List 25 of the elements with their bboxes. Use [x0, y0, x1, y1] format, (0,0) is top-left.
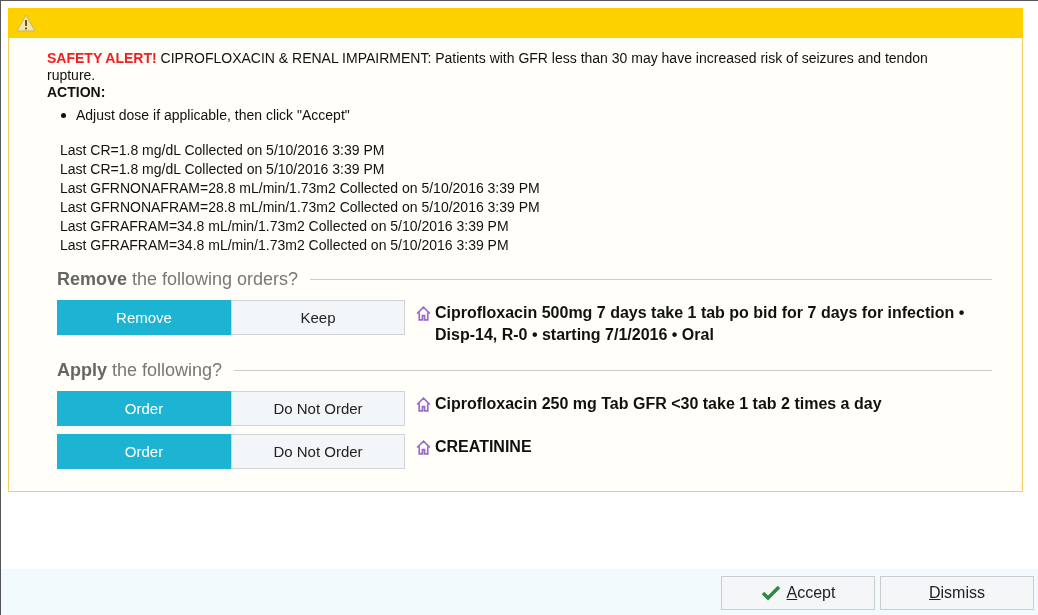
- lab-result: Last CR=1.8 mg/dL Collected on 5/10/2016 3:39 PM: [60, 142, 385, 158]
- section-title: Apply the following?: [57, 360, 223, 381]
- lab-result: Last GFRNONAFRAM=28.8 mL/min/1.73m2 Collected on 5/10/2016 3:39 PM: [60, 199, 540, 215]
- action-heading: ACTION:: [47, 84, 107, 101]
- order-description: Ciprofloxacin 500mg 7 days take 1 tab po bid for 7 days for infection • Disp-14, R-0 • starting 7/1/2016 • Oral: [435, 303, 966, 345]
- order-description: Ciprofloxacin 250 mg Tab GFR <30 take 1 tab 2 times a day: [435, 394, 883, 414]
- order-description: CREATININE: [435, 437, 533, 457]
- checkmark-icon: [760, 585, 781, 601]
- alert-message: SAFETY ALERT! CIPROFLOXACIN & RENAL IMPAIRMENT: Patients with GFR less than 30 may have increased risk of seizures and tendon rupture.: [47, 50, 929, 84]
- accept-button[interactable]: Accept: [721, 576, 875, 610]
- house-icon: [415, 305, 432, 322]
- section-title: Remove the following orders?: [57, 269, 299, 290]
- lab-result: Last CR=1.8 mg/dL Collected on 5/10/2016 3:39 PM: [60, 161, 385, 177]
- order-option-button[interactable]: Keep: [231, 300, 405, 335]
- house-icon: [415, 396, 432, 413]
- order-option-button[interactable]: Do Not Order: [231, 434, 405, 469]
- bullet-icon: [61, 112, 66, 118]
- lab-result: Last GFRNONAFRAM=28.8 mL/min/1.73m2 Collected on 5/10/2016 3:39 PM: [60, 180, 540, 196]
- lab-result: Last GFRAFRAM=34.8 mL/min/1.73m2 Collected on 5/10/2016 3:39 PM: [60, 218, 509, 234]
- house-icon: [415, 439, 432, 456]
- lab-result: Last GFRAFRAM=34.8 mL/min/1.73m2 Collected on 5/10/2016 3:39 PM: [60, 237, 509, 253]
- order-option-button[interactable]: Do Not Order: [231, 391, 405, 426]
- action-item: Adjust dose if applicable, then click "Accept": [76, 107, 350, 123]
- dismiss-button[interactable]: Dismiss: [880, 576, 1034, 610]
- warning-icon: [16, 14, 36, 32]
